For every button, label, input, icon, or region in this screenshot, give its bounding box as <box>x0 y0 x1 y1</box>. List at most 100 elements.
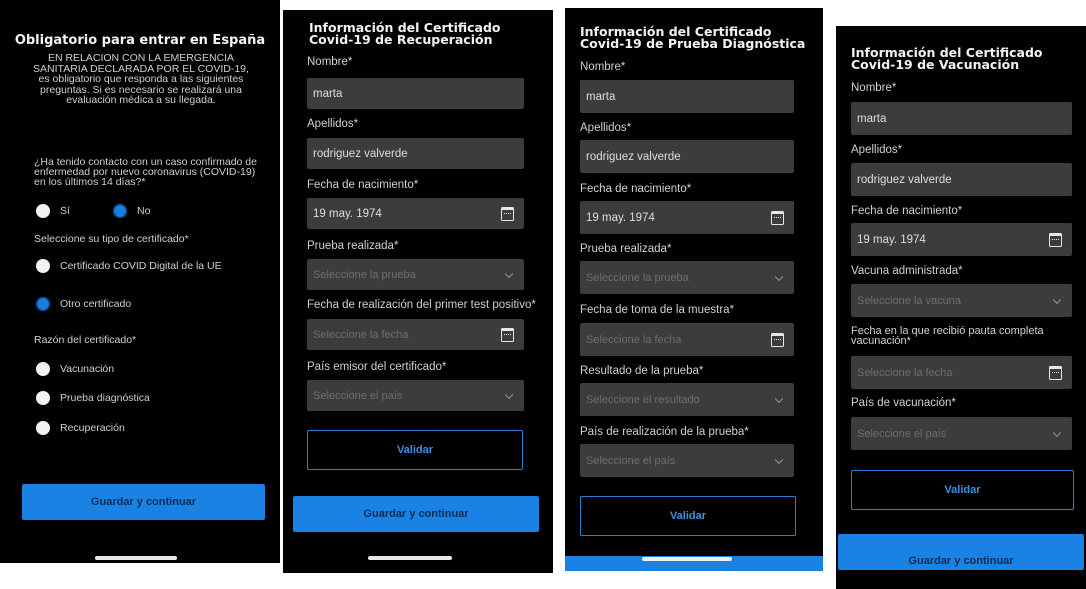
test-label: Prueba realizada* <box>307 240 399 252</box>
radio-eu-certificate[interactable] <box>36 259 50 273</box>
country-label: País de vacunación* <box>851 397 956 409</box>
radio-recovery[interactable] <box>36 421 50 435</box>
radio-eu-certificate-label: Certificado COVID Digital de la UE <box>60 260 222 272</box>
sample-date-field[interactable]: Seleccione la fecha <box>580 323 794 356</box>
page-title: Información del Certificado Covid-19 de … <box>309 21 501 47</box>
calendar-icon <box>1049 232 1062 247</box>
radio-vaccination[interactable] <box>36 362 50 376</box>
result-label: Resultado de la prueba* <box>580 365 704 377</box>
dob-field[interactable]: 19 may. 1974 <box>851 223 1072 256</box>
sample-date-placeholder: Seleccione la fecha <box>586 333 682 346</box>
radio-other-certificate-label: Otro certificado <box>60 298 132 310</box>
recovery-certificate-screen: Información del Certificado Covid-19 de … <box>283 10 553 573</box>
surname-label: Apellidos* <box>580 122 632 134</box>
entry-requirements-screen: Obligatorio para entrar en España EN REL… <box>0 0 280 563</box>
test-select[interactable]: Seleccione la prueba <box>580 261 794 294</box>
radio-diagnostic-test[interactable] <box>36 391 50 405</box>
country-label: País emisor del certificado* <box>307 361 447 373</box>
name-value: marta <box>857 112 887 125</box>
home-indicator <box>95 556 177 560</box>
result-placeholder: Seleccione el resultado <box>586 393 700 406</box>
name-label: Nombre* <box>580 61 626 73</box>
radio-recovery-label: Recuperación <box>60 422 125 434</box>
complete-date-field[interactable]: Seleccione la fecha <box>851 356 1072 389</box>
calendar-icon <box>501 327 514 342</box>
intro-text: EN RELACION CON LA EMERGENCIA SANITARIA … <box>33 52 249 106</box>
name-field[interactable]: marta <box>851 102 1072 135</box>
dob-label: Fecha de nacimiento* <box>851 205 963 217</box>
surname-field[interactable]: rodriguez valverde <box>851 163 1072 196</box>
home-indicator <box>368 556 452 560</box>
surname-field[interactable]: rodriguez valverde <box>580 140 794 173</box>
name-field[interactable]: marta <box>307 78 524 109</box>
dob-field[interactable]: 19 may. 1974 <box>307 198 524 229</box>
surname-value: rodriguez valverde <box>313 147 408 160</box>
surname-field[interactable]: rodriguez valverde <box>307 138 524 169</box>
page-title: Información del Certificado Covid-19 de … <box>580 25 806 51</box>
save-continue-button[interactable]: Guardar y continuar <box>838 534 1084 570</box>
chevron-down-icon <box>1052 428 1062 437</box>
chevron-down-icon <box>1052 295 1062 304</box>
dob-value: 19 may. 1974 <box>586 211 655 224</box>
vaccine-select[interactable]: Seleccione la vacuna <box>851 284 1072 317</box>
reason-label: Razón del certificado* <box>34 334 137 346</box>
country-select[interactable]: Seleccione el país <box>307 380 524 411</box>
title-line-2: Covid-19 de Vacunación <box>851 57 1020 72</box>
chevron-down-icon <box>504 269 514 278</box>
name-value: marta <box>313 87 343 100</box>
name-label: Nombre* <box>307 56 353 68</box>
surname-label: Apellidos* <box>851 144 903 156</box>
country-placeholder: Seleccione el país <box>586 454 676 467</box>
result-select[interactable]: Seleccione el resultado <box>580 383 794 416</box>
country-placeholder: Seleccione el país <box>857 427 947 440</box>
name-value: marta <box>586 90 616 103</box>
chevron-down-icon <box>504 390 514 399</box>
first-test-date-field[interactable]: Seleccione la fecha <box>307 319 524 350</box>
country-select[interactable]: Seleccione el país <box>580 444 794 477</box>
validate-button[interactable]: Validar <box>580 496 796 536</box>
name-field[interactable]: marta <box>580 80 794 113</box>
radio-yes-label: Sí <box>60 205 70 217</box>
surname-label: Apellidos* <box>307 118 359 130</box>
test-placeholder: Seleccione la prueba <box>586 271 689 284</box>
test-placeholder: Seleccione la prueba <box>313 268 416 281</box>
country-select[interactable]: Seleccione el país <box>851 417 1072 450</box>
save-continue-label: Guardar y continuar <box>908 555 1014 567</box>
dob-field[interactable]: 19 may. 1974 <box>580 201 794 234</box>
dob-value: 19 may. 1974 <box>857 233 926 246</box>
name-label: Nombre* <box>851 82 897 94</box>
test-select[interactable]: Seleccione la prueba <box>307 259 524 290</box>
first-test-label: Fecha de realización del primer test pos… <box>307 299 536 311</box>
title-line-2: Covid-19 de Prueba Diagnóstica <box>580 36 806 51</box>
title-line-2: Covid-19 de Recuperación <box>309 32 493 47</box>
radio-other-certificate[interactable] <box>36 297 50 311</box>
vaccine-placeholder: Seleccione la vacuna <box>857 294 961 307</box>
cert-type-label: Seleccione su tipo de certificado* <box>34 233 189 245</box>
dob-label: Fecha de nacimiento* <box>307 179 419 191</box>
vaccination-certificate-screen: Información del Certificado Covid-19 de … <box>836 26 1086 589</box>
country-label: País de realización de la prueba* <box>580 426 749 438</box>
page-title: Información del Certificado Covid-19 de … <box>851 46 1043 72</box>
home-indicator <box>642 557 732 561</box>
test-label: Prueba realizada* <box>580 243 672 255</box>
complete-date-label: Fecha en la que recibió pauta completa v… <box>851 325 1044 347</box>
radio-no[interactable] <box>113 204 127 218</box>
validate-button[interactable]: Validar <box>307 430 523 470</box>
calendar-icon <box>1049 365 1062 380</box>
calendar-icon <box>771 210 784 225</box>
validate-button[interactable]: Validar <box>851 470 1074 510</box>
calendar-icon <box>501 206 514 221</box>
save-continue-button[interactable]: Guardar y continuar <box>293 496 539 532</box>
sample-date-label: Fecha de toma de la muestra* <box>580 304 735 316</box>
radio-yes[interactable] <box>36 204 50 218</box>
calendar-icon <box>771 332 784 347</box>
radio-vaccination-label: Vacunación <box>60 363 115 375</box>
chevron-down-icon <box>774 455 784 464</box>
page-title: Obligatorio para entrar en España <box>14 33 266 48</box>
chevron-down-icon <box>774 272 784 281</box>
dob-label: Fecha de nacimiento* <box>580 183 692 195</box>
chevron-down-icon <box>774 394 784 403</box>
save-continue-button[interactable]: Guardar y continuar <box>22 484 265 520</box>
surname-value: rodriguez valverde <box>586 150 681 163</box>
radio-no-label: No <box>137 205 151 217</box>
